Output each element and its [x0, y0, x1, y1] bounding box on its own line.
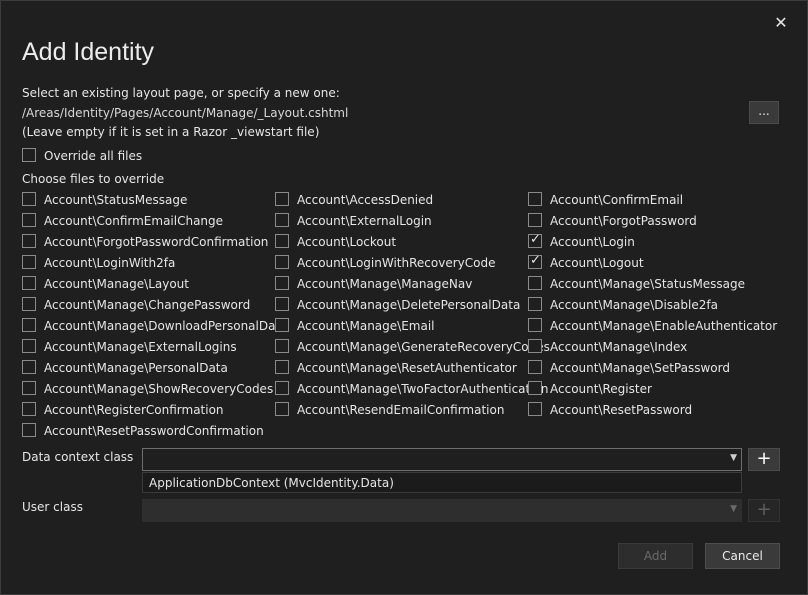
- file-checkbox-label: Account\Manage\ShowRecoveryCodes: [44, 382, 274, 396]
- file-checkbox[interactable]: [275, 255, 289, 269]
- file-checkbox[interactable]: [528, 192, 542, 206]
- file-checkbox[interactable]: [275, 213, 289, 227]
- file-checkbox-label: Account\Manage\ResetAuthenticator: [297, 361, 517, 375]
- file-checkbox-label: Account\Manage\StatusMessage: [550, 277, 746, 291]
- file-checkbox[interactable]: ✓: [528, 253, 542, 269]
- add-user-class-button[interactable]: +: [748, 499, 780, 522]
- file-checkbox-label: Account\Manage\ManageNav: [297, 277, 473, 291]
- dropdown-option[interactable]: ApplicationDbContext (MvcIdentity.Data): [149, 476, 394, 490]
- file-checkbox[interactable]: [22, 423, 36, 437]
- file-checkbox[interactable]: [22, 381, 36, 395]
- override-all-label: Override all files: [44, 149, 143, 163]
- override-all-checkbox[interactable]: [22, 148, 36, 162]
- file-checkbox[interactable]: [528, 360, 542, 374]
- choose-files-label: Choose files to override: [22, 172, 165, 186]
- file-checkbox[interactable]: [275, 381, 289, 395]
- chevron-down-icon[interactable]: ▼: [730, 453, 737, 463]
- file-checkbox[interactable]: [275, 318, 289, 332]
- file-checkbox[interactable]: [528, 276, 542, 290]
- file-checkbox-label: Account\Lockout: [297, 235, 397, 249]
- file-checkbox-label: Account\Manage\ExternalLogins: [44, 340, 237, 354]
- layout-label: Select an existing layout page, or speci…: [22, 86, 340, 100]
- file-checkbox[interactable]: [528, 213, 542, 227]
- file-checkbox-label: Account\Manage\EnableAuthenticator: [550, 319, 778, 333]
- add-data-context-button[interactable]: +: [748, 448, 780, 471]
- file-checkbox-label: Account\Manage\PersonalData: [44, 361, 228, 375]
- checkmark-icon: ✓: [530, 232, 541, 247]
- file-checkbox-label: Account\Manage\ChangePassword: [44, 298, 251, 312]
- file-checkbox[interactable]: [22, 297, 36, 311]
- file-checkbox[interactable]: [22, 339, 36, 353]
- layout-path-field[interactable]: /Areas/Identity/Pages/Account/Manage/_La…: [22, 106, 348, 120]
- add-button[interactable]: Add: [618, 543, 693, 569]
- file-checkbox-label: Account\ConfirmEmail: [550, 193, 684, 207]
- file-checkbox[interactable]: [528, 297, 542, 311]
- browse-button[interactable]: ...: [749, 101, 779, 124]
- file-checkbox-label: Account\Manage\Email: [297, 319, 435, 333]
- file-checkbox-label: Account\Manage\Layout: [44, 277, 189, 291]
- file-checkbox[interactable]: [275, 297, 289, 311]
- file-checkbox-label: Account\Manage\Index: [550, 340, 688, 354]
- layout-hint: (Leave empty if it is set in a Razor _vi…: [22, 125, 320, 139]
- file-checkbox[interactable]: [22, 213, 36, 227]
- file-checkbox-label: Account\RegisterConfirmation: [44, 403, 224, 417]
- file-checkbox-label: Account\Manage\TwoFactorAuthentication: [297, 382, 549, 396]
- cancel-button[interactable]: Cancel: [705, 543, 780, 569]
- file-checkbox[interactable]: [22, 360, 36, 374]
- file-checkbox[interactable]: [528, 402, 542, 416]
- file-checkbox[interactable]: [528, 381, 542, 395]
- file-checkbox[interactable]: [22, 276, 36, 290]
- close-icon[interactable]: ✕: [771, 13, 791, 33]
- file-checkbox[interactable]: [22, 402, 36, 416]
- file-checkbox-label: Account\ResendEmailConfirmation: [297, 403, 505, 417]
- file-checkbox-label: Account\StatusMessage: [44, 193, 188, 207]
- file-checkbox-label: Account\AccessDenied: [297, 193, 434, 207]
- data-context-dropdown-list: ApplicationDbContext (MvcIdentity.Data): [142, 472, 742, 493]
- add-identity-dialog: ✕ Add Identity Select an existing layout…: [0, 0, 808, 595]
- file-checkbox-label: Account\Manage\SetPassword: [550, 361, 730, 375]
- file-checkbox-label: Account\Manage\GenerateRecoveryCodes: [297, 340, 550, 354]
- file-checkbox[interactable]: [528, 318, 542, 332]
- user-class-label: User class: [22, 500, 83, 514]
- file-checkbox[interactable]: [275, 339, 289, 353]
- dialog-title: Add Identity: [22, 38, 155, 66]
- file-checkbox[interactable]: [22, 318, 36, 332]
- file-checkbox-label: Account\LoginWithRecoveryCode: [297, 256, 496, 270]
- file-checkbox-label: Account\LoginWith2fa: [44, 256, 176, 270]
- file-checkbox-label: Account\Register: [550, 382, 652, 396]
- file-checkbox[interactable]: [275, 192, 289, 206]
- file-checkbox-label: Account\Login: [550, 235, 635, 249]
- file-checkbox[interactable]: ✓: [528, 232, 542, 248]
- file-checkbox[interactable]: [22, 255, 36, 269]
- file-checkbox[interactable]: [275, 276, 289, 290]
- data-context-label: Data context class: [22, 450, 134, 464]
- file-checkbox[interactable]: [275, 402, 289, 416]
- file-checkbox-label: Account\ExternalLogin: [297, 214, 432, 228]
- data-context-combobox[interactable]: ▼: [142, 448, 742, 471]
- file-checkbox-label: Account\ConfirmEmailChange: [44, 214, 224, 228]
- file-checkbox-label: Account\Manage\DownloadPersonalData: [44, 319, 288, 333]
- file-checkbox-label: Account\ResetPasswordConfirmation: [44, 424, 264, 438]
- file-checkbox[interactable]: [528, 339, 542, 353]
- file-checkbox[interactable]: [275, 234, 289, 248]
- file-checkbox[interactable]: [22, 234, 36, 248]
- file-checkbox-label: Account\ForgotPasswordConfirmation: [44, 235, 269, 249]
- file-checkbox[interactable]: [275, 360, 289, 374]
- user-class-combobox[interactable]: ▼: [142, 499, 742, 522]
- file-checkbox-label: Account\ForgotPassword: [550, 214, 697, 228]
- file-checkbox-label: Account\Manage\DeletePersonalData: [297, 298, 521, 312]
- file-checkbox-label: Account\Manage\Disable2fa: [550, 298, 718, 312]
- chevron-down-icon[interactable]: ▼: [730, 504, 737, 514]
- file-checkbox-label: Account\ResetPassword: [550, 403, 693, 417]
- file-checkbox[interactable]: [22, 192, 36, 206]
- file-checkbox-label: Account\Logout: [550, 256, 644, 270]
- checkmark-icon: ✓: [530, 253, 541, 268]
